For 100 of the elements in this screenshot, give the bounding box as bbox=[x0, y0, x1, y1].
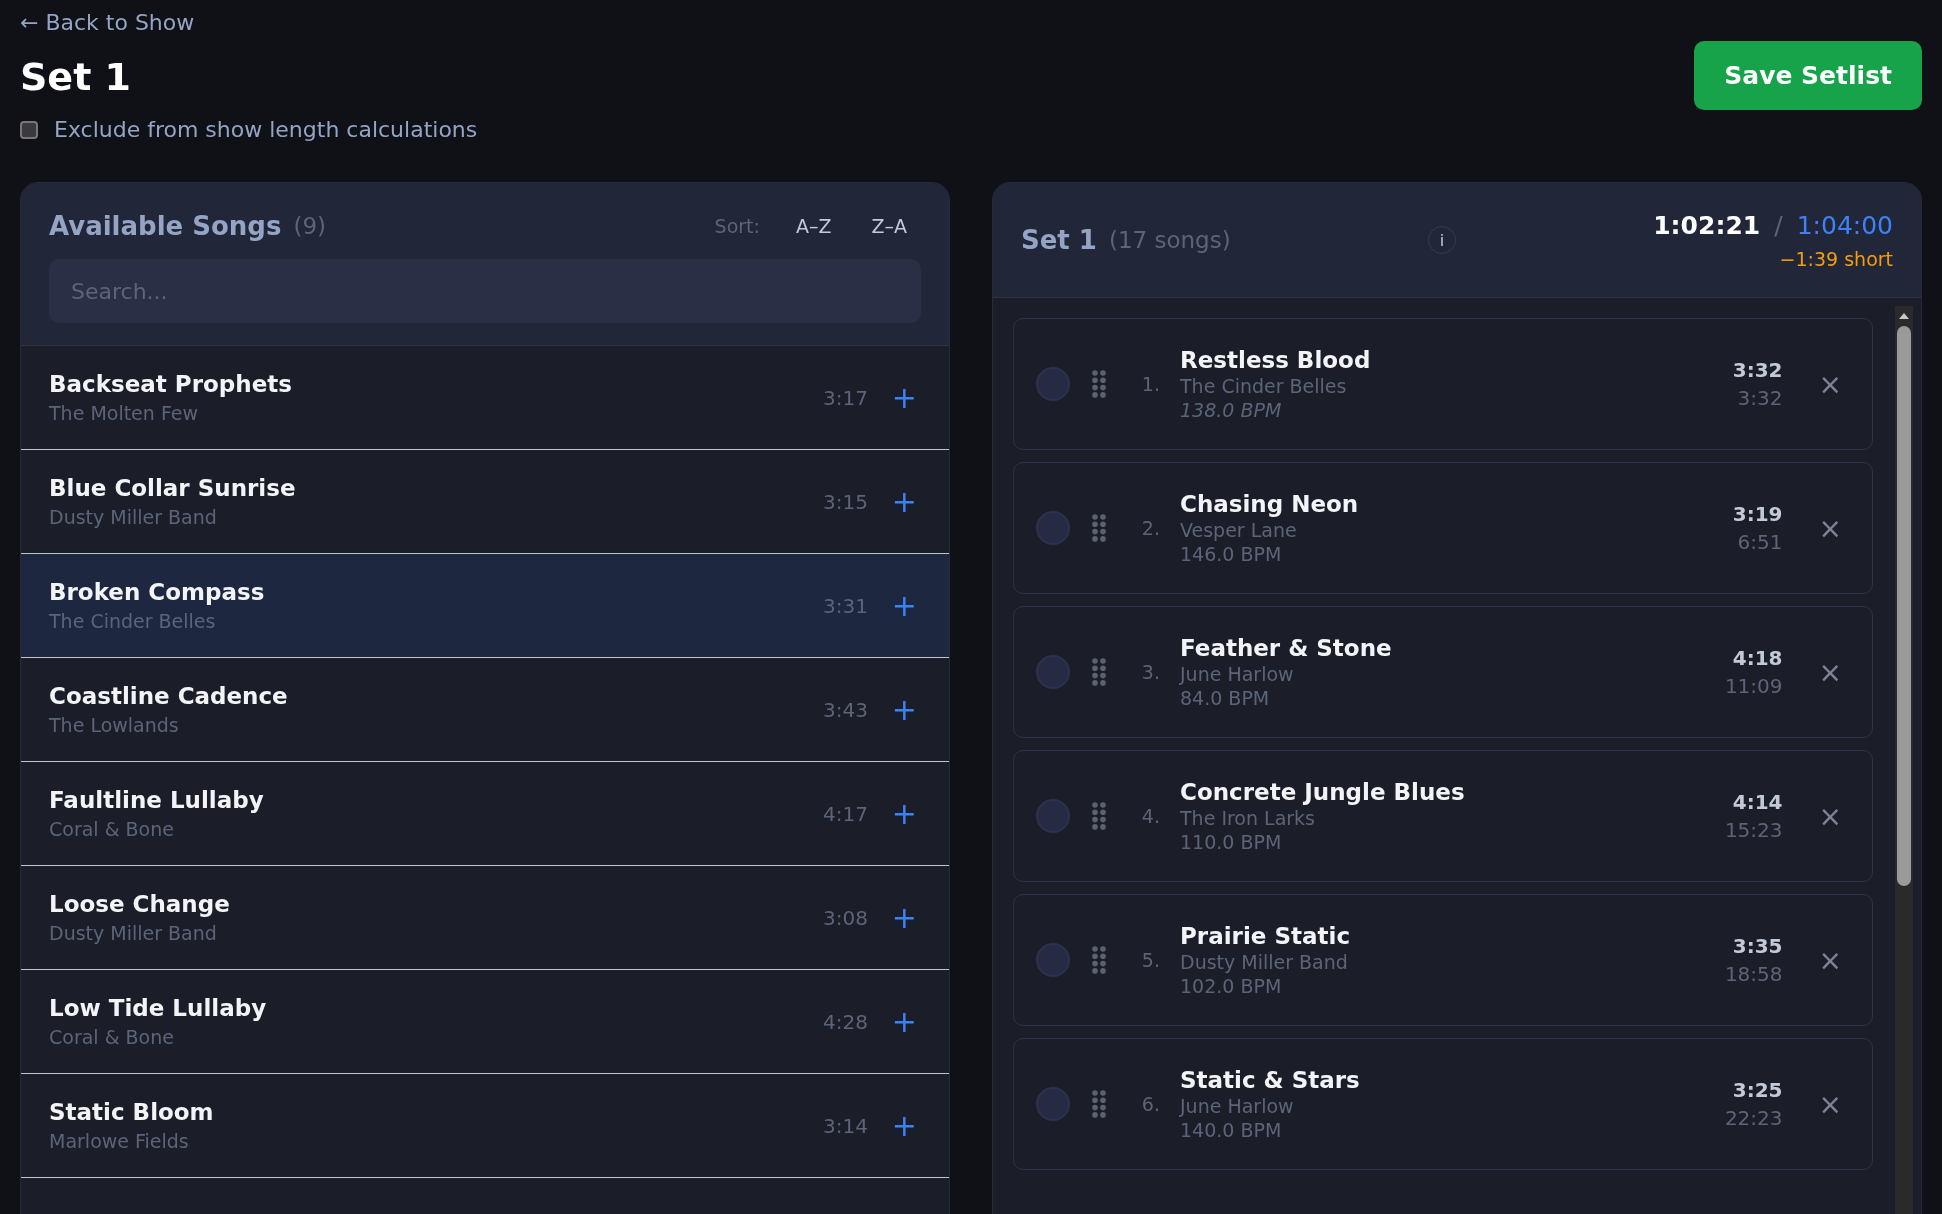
add-button[interactable]: + bbox=[887, 796, 921, 831]
song-number: 6. bbox=[1140, 1093, 1160, 1115]
song-duration: 4:28 bbox=[822, 1009, 868, 1034]
running-time: 15:23 bbox=[1724, 818, 1783, 842]
bpm-text: 110.0 BPM bbox=[1180, 831, 1283, 853]
add-button[interactable]: + bbox=[887, 692, 921, 727]
song-number: 1. bbox=[1140, 373, 1160, 395]
bpm-text: 84.0 BPM bbox=[1180, 687, 1271, 709]
song-count: (17 songs) bbox=[1108, 227, 1231, 253]
artist-name: Coral & Bone bbox=[49, 818, 175, 840]
song-duration: 4:14 bbox=[1732, 790, 1783, 814]
artist-name: Marlowe Fields bbox=[49, 1130, 190, 1152]
add-button[interactable]: + bbox=[887, 900, 921, 935]
sort-option[interactable]: A–Z bbox=[781, 211, 846, 241]
panel-title: Set 1 bbox=[1021, 225, 1097, 255]
artist-name: The Iron Larks bbox=[1180, 807, 1317, 829]
running-time: 22:23 bbox=[1724, 1106, 1783, 1130]
artist-name: The Cinder Belles bbox=[49, 610, 217, 632]
separator: / bbox=[1774, 210, 1783, 240]
song-title: Low Tide Lullaby bbox=[49, 995, 268, 1021]
total-duration: 1:02:21 bbox=[1653, 210, 1761, 240]
time-difference: −1:39 short bbox=[1779, 247, 1893, 270]
add-button[interactable]: + bbox=[887, 588, 921, 623]
running-time: 3:32 bbox=[1737, 386, 1783, 410]
drag-handle-icon[interactable] bbox=[1092, 946, 1106, 974]
remove-button[interactable]: × bbox=[1812, 942, 1848, 978]
song-row[interactable]: Broken Compass The Cinder Belles 3:31 + bbox=[21, 554, 949, 658]
status-circle bbox=[1036, 367, 1070, 401]
bpm-text: 146.0 BPM bbox=[1180, 543, 1283, 565]
status-circle bbox=[1036, 799, 1070, 833]
remove-button[interactable]: × bbox=[1812, 1086, 1848, 1122]
song-title: Loose Change bbox=[49, 891, 231, 917]
setlist-song-card[interactable]: 1. Restless Blood The Cinder Belles 138.0 BPM 3:32 3:32 × bbox=[1013, 318, 1873, 450]
drag-handle-icon[interactable] bbox=[1092, 514, 1106, 542]
sort-label: Sort: bbox=[714, 215, 760, 237]
artist-name: Dusty Miller Band bbox=[49, 922, 218, 944]
song-title: Static & Stars bbox=[1180, 1067, 1361, 1093]
status-circle bbox=[1036, 511, 1070, 545]
song-duration: 3:25 bbox=[1732, 1078, 1783, 1102]
song-title: Concrete Jungle Blues bbox=[1180, 779, 1466, 805]
scrollbar[interactable] bbox=[1895, 306, 1913, 1214]
status-circle bbox=[1036, 943, 1070, 977]
scroll-up-icon[interactable] bbox=[1898, 312, 1910, 320]
bpm-text: 140.0 BPM bbox=[1180, 1119, 1283, 1141]
song-duration: 3:43 bbox=[822, 697, 868, 722]
song-duration: 3:14 bbox=[822, 1113, 868, 1138]
song-title: Prairie Static bbox=[1180, 923, 1352, 949]
bpm-text: 138.0 BPM bbox=[1180, 399, 1283, 421]
song-title: Static Bloom bbox=[49, 1099, 215, 1125]
song-count: (9) bbox=[293, 213, 327, 239]
add-button[interactable]: + bbox=[887, 380, 921, 415]
running-time: 6:51 bbox=[1737, 530, 1783, 554]
song-title: Coastline Cadence bbox=[49, 683, 289, 709]
song-duration: 4:17 bbox=[822, 801, 868, 826]
remove-button[interactable]: × bbox=[1812, 654, 1848, 690]
target-duration: 1:04:00 bbox=[1796, 210, 1893, 240]
sort-option[interactable]: Z–A bbox=[857, 211, 921, 241]
song-number: 4. bbox=[1140, 805, 1160, 827]
add-button[interactable]: + bbox=[887, 1004, 921, 1039]
song-duration: 4:18 bbox=[1732, 646, 1783, 670]
song-duration: 3:17 bbox=[822, 385, 868, 410]
song-title: Restless Blood bbox=[1180, 347, 1372, 373]
song-number: 5. bbox=[1140, 949, 1160, 971]
back-link[interactable]: ← Back to Show bbox=[20, 10, 478, 35]
remove-button[interactable]: × bbox=[1812, 366, 1848, 402]
running-time: 11:09 bbox=[1724, 674, 1783, 698]
running-time: 18:58 bbox=[1724, 962, 1783, 986]
song-title: Feather & Stone bbox=[1180, 635, 1393, 661]
add-button[interactable]: + bbox=[887, 1108, 921, 1143]
song-duration: 3:19 bbox=[1732, 502, 1783, 526]
setlist-song-card[interactable]: 2. Chasing Neon Vesper Lane 146.0 BPM 3:19 6:51 × bbox=[1013, 462, 1873, 594]
drag-handle-icon[interactable] bbox=[1092, 658, 1106, 686]
remove-button[interactable]: × bbox=[1812, 798, 1848, 834]
artist-name: The Lowlands bbox=[49, 714, 180, 736]
drag-handle-icon[interactable] bbox=[1092, 370, 1106, 398]
song-number: 3. bbox=[1140, 661, 1160, 683]
artist-name: Dusty Miller Band bbox=[49, 506, 218, 528]
drag-handle-icon[interactable] bbox=[1092, 802, 1106, 830]
artist-name: The Molten Few bbox=[49, 402, 199, 424]
drag-handle-icon[interactable] bbox=[1092, 1090, 1106, 1118]
artist-name: The Cinder Belles bbox=[1180, 375, 1348, 397]
song-duration: 3:32 bbox=[1732, 358, 1783, 382]
page-title: Set 1 bbox=[20, 55, 132, 99]
add-button[interactable]: + bbox=[887, 484, 921, 519]
setlist-song-card[interactable]: 6. Static & Stars June Harlow 140.0 BPM 3:25 22:23 × bbox=[1013, 1038, 1873, 1170]
remove-button[interactable]: × bbox=[1812, 510, 1848, 546]
artist-name: Vesper Lane bbox=[1180, 519, 1298, 541]
song-title: Faultline Lullaby bbox=[49, 787, 265, 813]
song-duration: 3:15 bbox=[822, 489, 868, 514]
setlist-song-card[interactable]: 3. Feather & Stone June Harlow 84.0 BPM 4:18 11:09 × bbox=[1013, 606, 1873, 738]
bpm-text: 102.0 BPM bbox=[1180, 975, 1283, 997]
song-title: Chasing Neon bbox=[1180, 491, 1360, 517]
setlist-song-card[interactable]: 4. Concrete Jungle Blues The Iron Larks 110.0 BPM 4:14 15:23 × bbox=[1013, 750, 1873, 882]
panel-title: Available Songs bbox=[49, 211, 282, 241]
checkbox[interactable] bbox=[20, 120, 38, 139]
setlist-song-card[interactable]: 5. Prairie Static Dusty Miller Band 102.0 BPM 3:35 18:58 × bbox=[1013, 894, 1873, 1026]
song-title: Broken Compass bbox=[49, 579, 266, 605]
artist-name: Dusty Miller Band bbox=[1180, 951, 1349, 973]
artist-name: Coral & Bone bbox=[49, 1026, 175, 1048]
artist-name: June Harlow bbox=[1180, 1095, 1295, 1117]
